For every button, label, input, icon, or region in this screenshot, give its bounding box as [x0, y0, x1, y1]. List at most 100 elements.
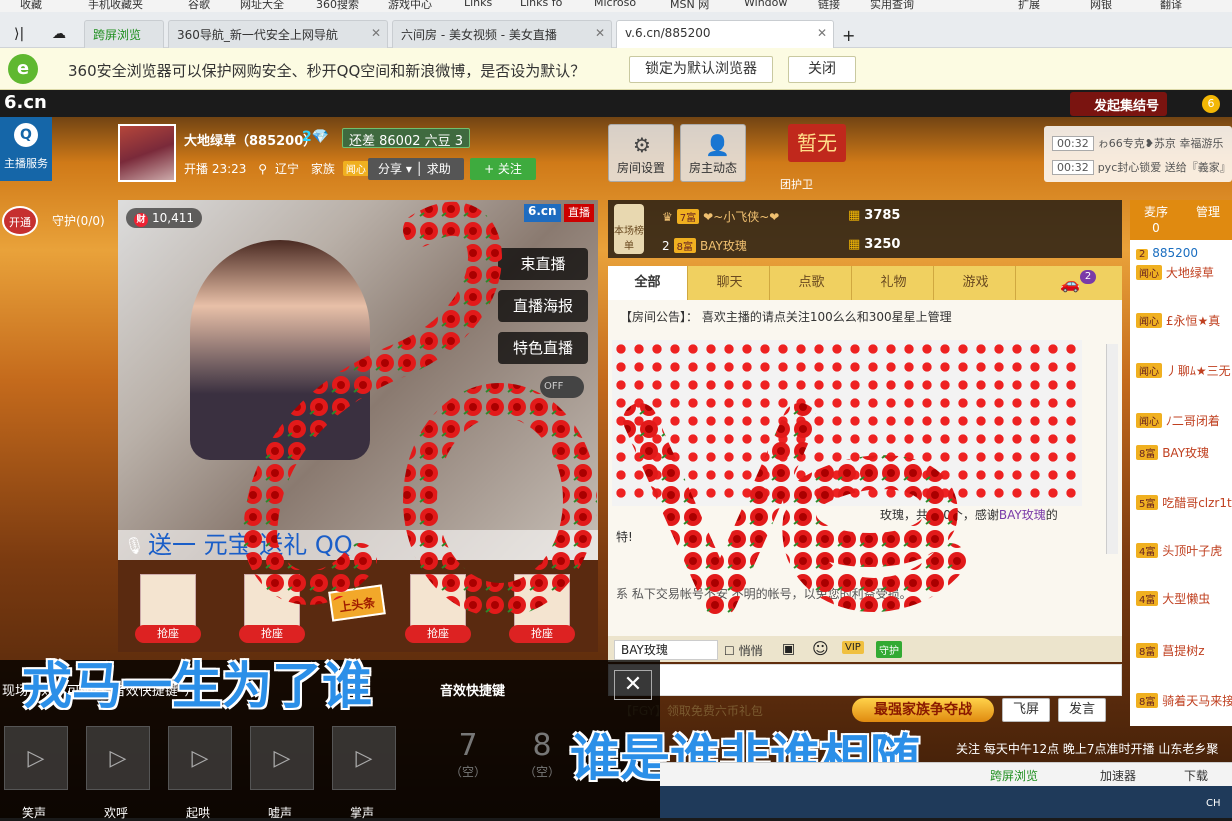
- tab-room[interactable]: v.6.cn/885200 ✕: [616, 20, 834, 48]
- bookmark-item[interactable]: 收藏: [20, 0, 42, 12]
- audience-item[interactable]: 闻心 丿聊ﾑ★三无: [1136, 362, 1232, 379]
- tab-6cn[interactable]: 六间房 - 美女视频 - 美女直播 ✕: [392, 20, 612, 48]
- tab-game[interactable]: 游戏: [936, 266, 1016, 300]
- guild-call-button[interactable]: 发起集结号: [1070, 92, 1168, 116]
- audience-item[interactable]: 闻心 £永恒★真: [1136, 312, 1232, 329]
- mic-icon[interactable]: 🎙: [124, 536, 144, 555]
- grab-seat-button[interactable]: 抢座: [509, 625, 575, 643]
- bookmark-item[interactable]: Links: [464, 0, 492, 9]
- live-poster-button[interactable]: 直播海报: [498, 290, 588, 322]
- seat[interactable]: 抢座: [405, 574, 471, 643]
- grab-seat-button[interactable]: 抢座: [239, 625, 305, 643]
- audience-item[interactable]: 2 885200: [1136, 246, 1232, 260]
- play-icon[interactable]: ▷: [250, 726, 314, 790]
- bookmark-item[interactable]: Window: [744, 0, 787, 9]
- rank-badge[interactable]: 本场榜单: [614, 204, 644, 254]
- seat[interactable]: 抢座: [239, 574, 305, 643]
- grab-seat-button[interactable]: 抢座: [135, 625, 201, 643]
- car-icon[interactable]: 🚗: [1060, 274, 1080, 293]
- audience-item[interactable]: 闻心 ﾉ二哥闭着: [1136, 412, 1232, 429]
- send-button[interactable]: 发言: [1058, 698, 1106, 722]
- audience-item[interactable]: 4富 大型懒虫: [1136, 590, 1232, 607]
- close-icon[interactable]: ✕: [614, 670, 652, 700]
- bookmark-item[interactable]: 网银: [1090, 0, 1112, 12]
- play-icon[interactable]: ▷: [4, 726, 68, 790]
- open-guard-button[interactable]: 开通: [2, 206, 38, 236]
- admin-tab[interactable]: 管理: [1182, 204, 1232, 220]
- bookmark-item[interactable]: MSN 网: [670, 0, 709, 12]
- bookmark-item[interactable]: 实用查询: [870, 0, 914, 12]
- play-icon[interactable]: ▷: [168, 726, 232, 790]
- bookmark-item[interactable]: 翻译: [1160, 0, 1182, 12]
- bookmark-item[interactable]: Microso: [594, 0, 636, 9]
- ime-indicator[interactable]: CH: [1206, 798, 1221, 809]
- bookmark-item[interactable]: 网址大全: [240, 0, 284, 12]
- image-icon[interactable]: ▣: [782, 641, 795, 657]
- guard-icon[interactable]: 守护: [876, 641, 902, 658]
- guard-team-badge[interactable]: 团护卫: [780, 176, 813, 192]
- audience-item[interactable]: 8富 BAY玫瑰: [1136, 444, 1232, 461]
- video-toggle[interactable]: OFF: [540, 376, 584, 398]
- follow-button[interactable]: + 关注: [470, 158, 536, 180]
- cross-screen-link[interactable]: 跨屏浏览: [990, 767, 1038, 784]
- fly-screen-button[interactable]: 飞屏: [1002, 698, 1050, 722]
- host-activity-button[interactable]: 👤 房主动态: [680, 124, 746, 182]
- close-icon[interactable]: ✕: [595, 26, 605, 40]
- tab-gift[interactable]: 礼物: [854, 266, 934, 300]
- seat[interactable]: 抢座: [135, 574, 201, 643]
- accelerator-link[interactable]: 加速器: [1100, 767, 1136, 784]
- chat-target-select[interactable]: BAY玫瑰: [614, 640, 718, 660]
- tab-chat[interactable]: 聊天: [690, 266, 770, 300]
- play-icon[interactable]: ▷: [332, 726, 396, 790]
- play-icon[interactable]: ▷: [86, 726, 150, 790]
- tab-360-nav[interactable]: 360导航_新一代安全上网导航 ✕: [168, 20, 388, 48]
- coin-icon[interactable]: 6: [1202, 95, 1220, 113]
- share-help-button[interactable]: 分享 ▾ │ 求助: [368, 158, 464, 180]
- family-tag[interactable]: 闻心: [342, 161, 369, 176]
- sidebar-toggle-icon[interactable]: ⟩|: [14, 26, 24, 42]
- site-logo[interactable]: 6.cn: [4, 92, 47, 113]
- bookmark-item[interactable]: 链接: [818, 0, 840, 12]
- chat-scrollbar[interactable]: [1106, 344, 1118, 554]
- grab-seat-button[interactable]: 抢座: [405, 625, 471, 643]
- new-tab-icon[interactable]: +: [842, 26, 855, 45]
- emoji-icon[interactable]: ☺: [812, 639, 829, 658]
- chat-input[interactable]: [608, 664, 1122, 696]
- host-name[interactable]: 大地绿草（885200）: [184, 130, 316, 149]
- bookmark-item[interactable]: Links fo: [520, 0, 562, 9]
- tab-cross-screen[interactable]: 跨屏浏览: [84, 20, 164, 48]
- audience-item[interactable]: 8富 菖提树z: [1136, 642, 1232, 659]
- close-icon[interactable]: ✕: [371, 26, 381, 40]
- seat[interactable]: 抢座: [509, 574, 575, 643]
- sfx-slot[interactable]: 8 （空）: [510, 726, 574, 786]
- guard-count[interactable]: 守护(0/0): [52, 212, 105, 229]
- audience-item[interactable]: 5富 吃醋哥clzr1t: [1136, 494, 1232, 511]
- chat-user-link[interactable]: BAY玫瑰: [999, 508, 1046, 522]
- bookmark-item[interactable]: 360搜索: [316, 0, 359, 12]
- tab-all[interactable]: 全部: [608, 266, 688, 300]
- bookmark-item[interactable]: 谷歌: [188, 0, 210, 12]
- host-service-button[interactable]: Q 主播服务: [0, 117, 52, 181]
- infobar-close-button[interactable]: 关闭: [788, 56, 856, 83]
- rank-row[interactable]: ♛ 7富 ❤~小飞侠~❤: [662, 208, 779, 225]
- host-avatar[interactable]: [118, 124, 176, 182]
- lock-default-button[interactable]: 锁定为默认浏览器: [629, 56, 773, 83]
- private-chat-checkbox[interactable]: ☐ 悄悄: [724, 642, 763, 659]
- bookmark-item[interactable]: 扩展: [1018, 0, 1040, 12]
- close-icon[interactable]: ✕: [817, 26, 827, 40]
- rank-row[interactable]: 2 8富 BAY玫瑰: [662, 237, 747, 254]
- cloud-icon[interactable]: ☁: [52, 26, 66, 42]
- mic-queue-tab[interactable]: 麦序 0: [1130, 204, 1182, 236]
- audience-item[interactable]: 8富 骑着天马来接你: [1136, 692, 1232, 709]
- bookmark-item[interactable]: 手机收藏夹: [88, 0, 143, 12]
- bookmark-item[interactable]: 游戏中心: [388, 0, 432, 12]
- audience-item[interactable]: 闻心 大地绿草: [1136, 264, 1232, 281]
- top-fan-badge[interactable]: 暂无: [788, 124, 846, 162]
- sfx-slot[interactable]: 7 （空）: [436, 726, 500, 786]
- special-live-button[interactable]: 特色直播: [498, 332, 588, 364]
- audience-item[interactable]: 4富 头顶叶子虎: [1136, 542, 1232, 559]
- vip-icon[interactable]: VIP: [842, 641, 864, 654]
- room-settings-button[interactable]: ⚙ 房间设置: [608, 124, 674, 182]
- download-link[interactable]: 下载: [1184, 767, 1208, 784]
- tab-song[interactable]: 点歌: [772, 266, 852, 300]
